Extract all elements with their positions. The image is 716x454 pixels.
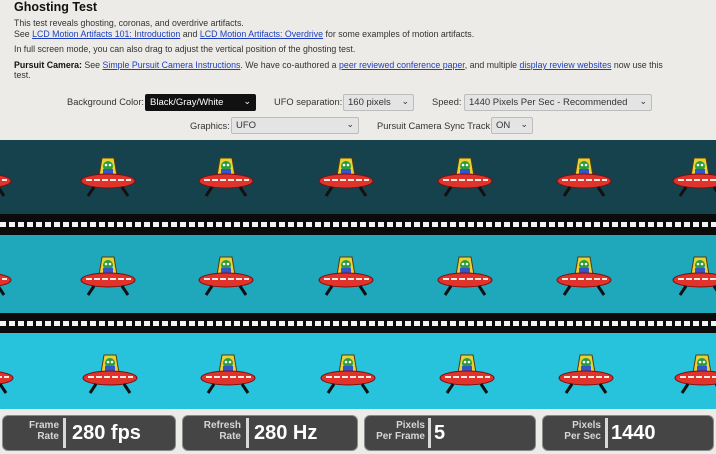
ufo-track-dark[interactable] [0, 140, 716, 214]
graphics-select[interactable]: UFO ⌄ [231, 117, 359, 134]
ufo-separation-label: UFO separation: [274, 97, 343, 107]
sync-track-rail-2 [0, 313, 716, 334]
frame-rate-label: Frame Rate [28, 420, 59, 442]
chevron-down-icon: ⌄ [346, 119, 354, 129]
pixels-per-frame-label: Pixels Per Frame [376, 420, 425, 442]
frame-rate-stat: Frame Rate 280 fps [2, 415, 176, 451]
ufo-sprite-icon [437, 154, 493, 200]
ufo-sprite-icon [439, 351, 495, 397]
pixels-per-frame-stat: Pixels Per Frame 5 [364, 415, 536, 451]
background-color-select[interactable]: Black/Gray/White ⌄ [145, 94, 256, 111]
link-motion-artifacts-overdrive[interactable]: LCD Motion Artifacts: Overdrive [200, 29, 323, 39]
ufo-sprite-icon [556, 154, 612, 200]
ufo-sprite-icon [80, 253, 136, 299]
ufo-sprite-icon [200, 351, 256, 397]
ufo-sprite-icon [198, 253, 254, 299]
background-color-label: Background Color: [67, 97, 144, 107]
sync-track-rail-1 [0, 214, 716, 235]
speed-select[interactable]: 1440 Pixels Per Sec - Recommended ⌄ [464, 94, 652, 111]
pixels-per-sec-stat: Pixels Per Sec 1440 [542, 415, 714, 451]
page-title: Ghosting Test [14, 0, 98, 14]
sync-track-select[interactable]: ON ⌄ [491, 117, 533, 134]
ufo-sprite-icon [0, 154, 12, 200]
ufo-sprite-icon [320, 351, 376, 397]
ufo-sprite-icon [0, 351, 14, 397]
pursuit-camera-line-end: test. [14, 70, 31, 80]
refresh-rate-value: 280 Hz [254, 422, 318, 444]
chevron-down-icon: ⌄ [401, 96, 409, 106]
ufo-sprite-icon [672, 154, 716, 200]
ufo-sprite-icon [318, 253, 374, 299]
ufo-sprite-icon [437, 253, 493, 299]
frame-rate-value: 280 fps [72, 422, 141, 444]
intro-text: This test reveals ghosting, coronas, and… [14, 18, 244, 28]
see-links-line: See LCD Motion Artifacts 101: Introducti… [14, 29, 475, 39]
test-header: Ghosting Test This test reveals ghosting… [0, 0, 716, 140]
pursuit-camera-line: Pursuit Camera: See Simple Pursuit Camer… [14, 60, 663, 70]
ufo-sprite-icon [558, 351, 614, 397]
ufo-sprite-icon [0, 253, 12, 299]
ufo-sprite-icon [82, 351, 138, 397]
link-review-websites[interactable]: display review websites [520, 60, 612, 70]
ufo-sprite-icon [672, 253, 716, 299]
ufo-track-light[interactable] [0, 333, 716, 409]
ufo-separation-select[interactable]: 160 pixels ⌄ [343, 94, 414, 111]
chevron-down-icon: ⌄ [639, 96, 647, 106]
chevron-down-icon: ⌄ [243, 96, 251, 106]
speed-label: Speed: [432, 97, 462, 107]
pixels-per-frame-value: 5 [434, 422, 446, 444]
link-motion-artifacts-intro[interactable]: LCD Motion Artifacts 101: Introduction [32, 29, 180, 39]
ufo-sprite-icon [556, 253, 612, 299]
refresh-rate-stat: Refresh Rate 280 Hz [182, 415, 358, 451]
link-conference-paper[interactable]: peer reviewed conference paper [339, 60, 465, 70]
graphics-label: Graphics: [190, 121, 230, 131]
ufo-sprite-icon [674, 351, 716, 397]
sync-track-label: Pursuit Camera Sync Track: [377, 121, 493, 131]
chevron-down-icon: ⌄ [520, 119, 528, 129]
status-bar: Frame Rate 280 fps Refresh Rate 280 Hz Pix… [0, 409, 716, 454]
ufo-sprite-icon [318, 154, 374, 200]
ufo-track-medium[interactable] [0, 235, 716, 313]
ufo-sprite-icon [80, 154, 136, 200]
fullscreen-hint: In full screen mode, you can also drag t… [14, 44, 356, 54]
ufo-sprite-icon [198, 154, 254, 200]
pixels-per-sec-value: 1440 [611, 422, 656, 444]
refresh-rate-label: Refresh Rate [203, 420, 241, 442]
pixels-per-sec-label: Pixels Per Sec [564, 420, 601, 442]
link-pursuit-instructions[interactable]: Simple Pursuit Camera Instructions [103, 60, 241, 70]
